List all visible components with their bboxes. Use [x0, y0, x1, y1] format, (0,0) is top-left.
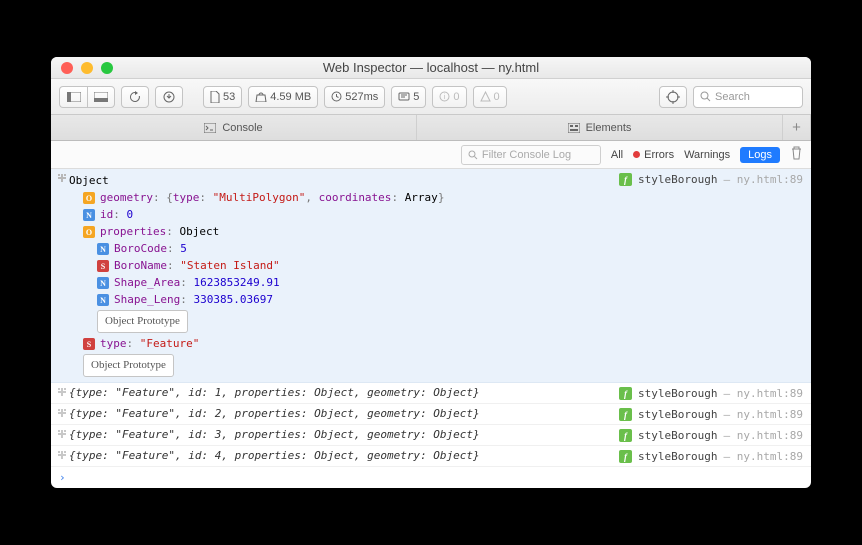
object-badge-icon: O [83, 226, 95, 238]
titlebar: Web Inspector — localhost — ny.html [51, 57, 811, 79]
string-badge-icon: S [83, 338, 95, 350]
search-icon [700, 91, 711, 102]
console-icon [204, 123, 216, 133]
reload-icon [129, 91, 141, 103]
filterbar: Filter Console Log All Errors Warnings L… [51, 141, 811, 169]
svg-text:i: i [444, 94, 446, 101]
field-borocode[interactable]: NBoroCode: 5 [69, 240, 619, 257]
field-shapearea[interactable]: NShape_Area: 1623853249.91 [69, 274, 619, 291]
field-shapeleng[interactable]: NShape_Leng: 330385.03697 [69, 291, 619, 308]
info-stat[interactable]: i 0 [432, 86, 466, 108]
dock-bottom-button[interactable] [87, 86, 115, 108]
console-row-expanded[interactable]: Object Ogeometry: {type: "MultiPolygon",… [51, 169, 811, 383]
string-badge-icon: S [97, 260, 109, 272]
field-id[interactable]: Nid: 0 [69, 206, 619, 223]
clear-button[interactable] [790, 146, 803, 163]
dock-left-button[interactable] [59, 86, 87, 108]
log-level-icon [55, 428, 69, 442]
source-link[interactable]: fstyleBorough— ny.html:89 [619, 407, 803, 421]
inspector-window: Web Inspector — localhost — ny.html 53 4… [51, 57, 811, 488]
chat-icon [398, 92, 410, 102]
object-badge-icon: O [83, 192, 95, 204]
tab-console[interactable]: Console [51, 115, 417, 140]
errors-stat[interactable]: 0 [473, 86, 507, 108]
console-row[interactable]: {type: "Feature", id: 2, properties: Obj… [51, 404, 811, 425]
messages-stat[interactable]: 5 [391, 86, 426, 108]
field-properties[interactable]: Oproperties: Object [69, 223, 619, 240]
toolbar: 53 4.59 MB 527ms 5 i 0 0 Search [51, 79, 811, 115]
prototype-button[interactable]: Object Prototype [83, 354, 174, 377]
object-preview: {type: "Feature", id: 3, properties: Obj… [69, 428, 619, 442]
time-stat[interactable]: 527ms [324, 86, 385, 108]
object-preview: {type: "Feature", id: 2, properties: Obj… [69, 407, 619, 421]
number-badge-icon: N [97, 277, 109, 289]
reload-button[interactable] [121, 86, 149, 108]
download-icon [163, 91, 175, 103]
function-badge-icon: f [619, 408, 632, 421]
object-head[interactable]: Object [69, 172, 619, 189]
resources-stat[interactable]: 53 [203, 86, 242, 108]
field-type[interactable]: Stype: "Feature" [69, 335, 619, 352]
object-preview: {type: "Feature", id: 1, properties: Obj… [69, 386, 619, 400]
source-link[interactable]: f styleBorough — ny.html:89 [619, 172, 803, 186]
tab-add[interactable]: + [783, 115, 811, 140]
trash-icon [790, 146, 803, 160]
field-boroname[interactable]: SBoroName: "Staten Island" [69, 257, 619, 274]
source-link[interactable]: fstyleBorough— ny.html:89 [619, 428, 803, 442]
download-button[interactable] [155, 86, 183, 108]
object-tree: Object Ogeometry: {type: "MultiPolygon",… [69, 172, 619, 379]
log-level-icon [55, 407, 69, 421]
field-geometry[interactable]: Ogeometry: {type: "MultiPolygon", coordi… [69, 189, 619, 206]
size-stat[interactable]: 4.59 MB [248, 86, 318, 108]
object-preview: {type: "Feature", id: 4, properties: Obj… [69, 449, 619, 463]
info-icon: i [439, 91, 450, 102]
clock-icon [331, 91, 342, 102]
elements-icon [568, 123, 580, 133]
number-badge-icon: N [97, 243, 109, 255]
filter-logs[interactable]: Logs [740, 147, 780, 163]
function-badge-icon: f [619, 429, 632, 442]
log-level-icon [55, 449, 69, 463]
source-link[interactable]: fstyleBorough— ny.html:89 [619, 449, 803, 463]
tab-elements[interactable]: Elements [417, 115, 783, 140]
warning-icon [480, 91, 491, 102]
log-level-icon [55, 172, 69, 183]
tabbar: Console Elements + [51, 115, 811, 141]
window-title: Web Inspector — localhost — ny.html [51, 60, 811, 75]
function-badge-icon: f [619, 450, 632, 463]
error-dot-icon [633, 151, 640, 158]
number-badge-icon: N [97, 294, 109, 306]
log-level-icon [55, 386, 69, 400]
crosshair-icon [666, 90, 680, 104]
filter-all[interactable]: All [611, 149, 623, 161]
function-badge-icon: f [619, 173, 632, 186]
filter-warnings[interactable]: Warnings [684, 149, 730, 161]
filter-input[interactable]: Filter Console Log [461, 145, 601, 165]
console-row[interactable]: {type: "Feature", id: 3, properties: Obj… [51, 425, 811, 446]
search-icon [468, 150, 478, 160]
search-input[interactable]: Search [693, 86, 803, 108]
weight-icon [255, 92, 267, 102]
console-row[interactable]: {type: "Feature", id: 4, properties: Obj… [51, 446, 811, 467]
console-content: Object Ogeometry: {type: "MultiPolygon",… [51, 169, 811, 488]
inspect-button[interactable] [659, 86, 687, 108]
function-badge-icon: f [619, 387, 632, 400]
console-prompt[interactable]: › [51, 467, 811, 488]
console-row[interactable]: {type: "Feature", id: 1, properties: Obj… [51, 383, 811, 404]
prototype-button[interactable]: Object Prototype [97, 310, 188, 333]
source-link[interactable]: fstyleBorough— ny.html:89 [619, 386, 803, 400]
document-icon [210, 91, 220, 103]
number-badge-icon: N [83, 209, 95, 221]
filter-errors[interactable]: Errors [633, 149, 674, 161]
